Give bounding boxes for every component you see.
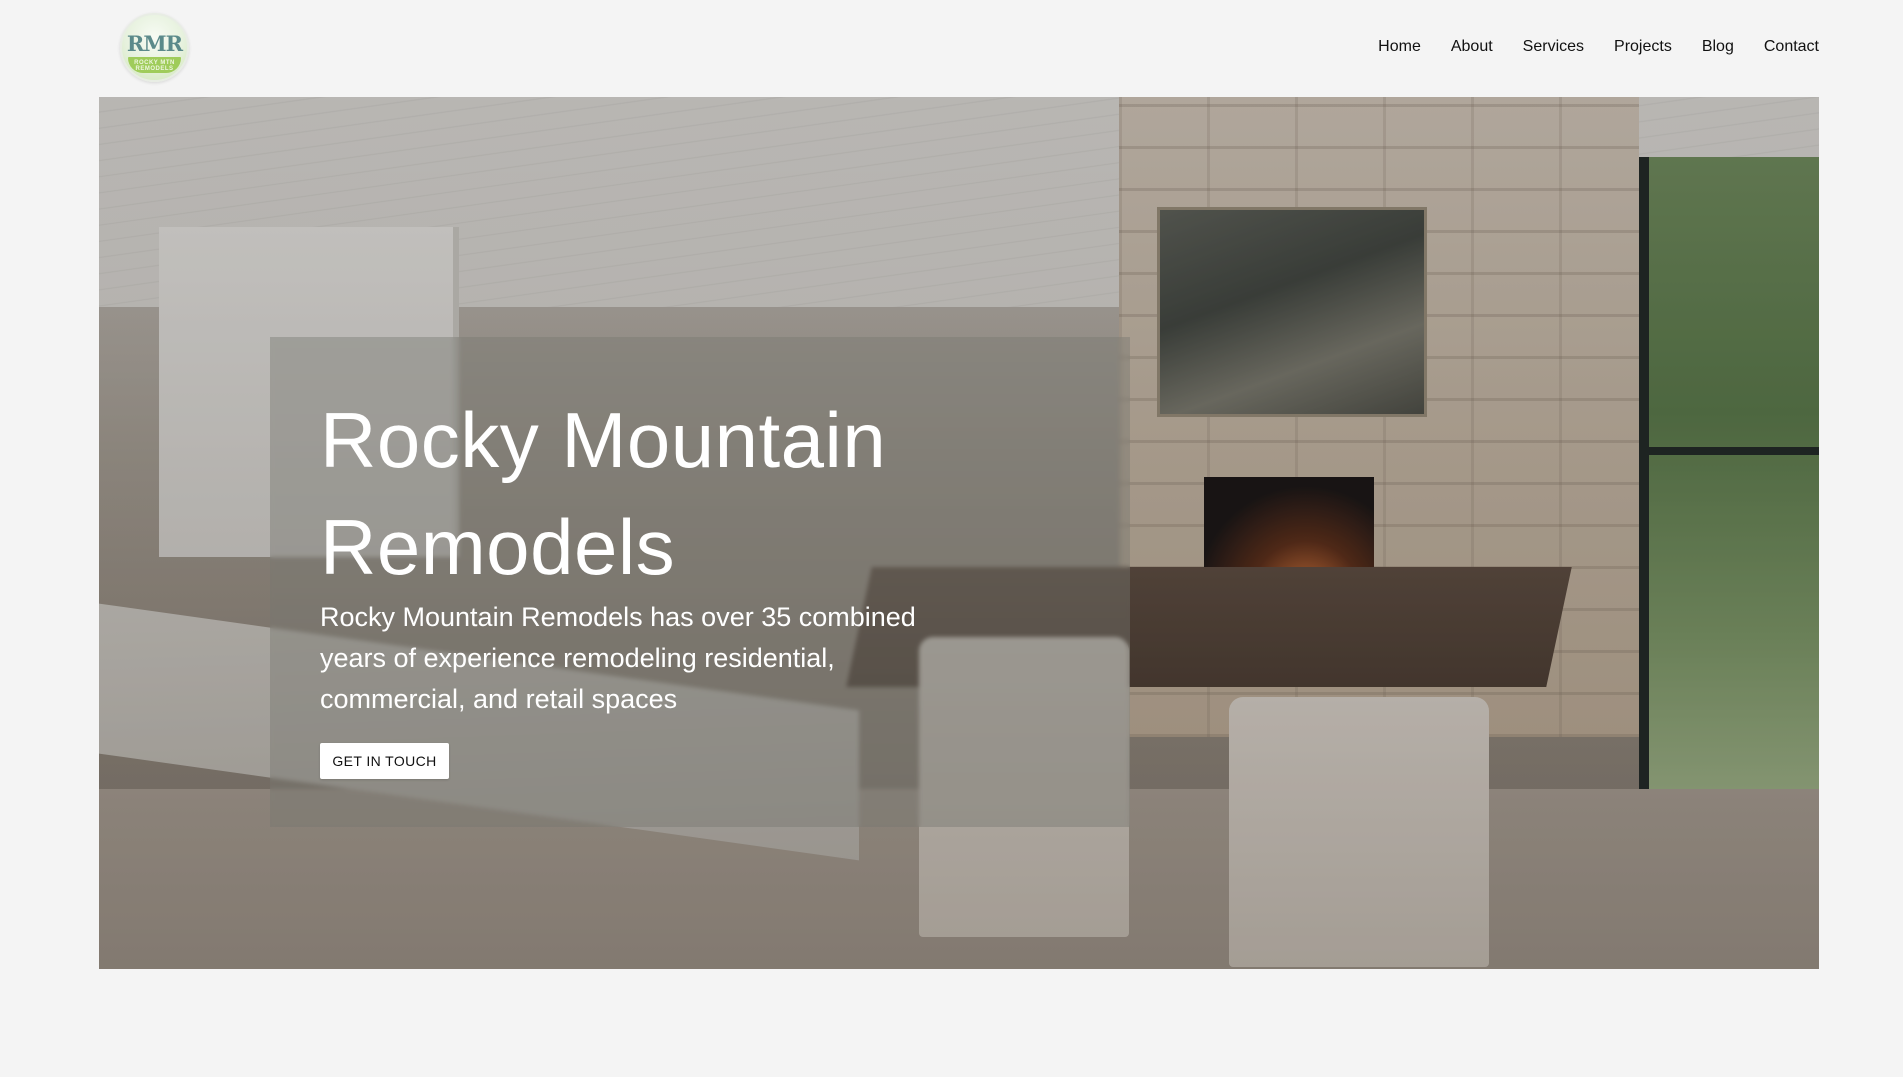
brand-logo[interactable]: RMR ROCKY MTN REMODELS [120,13,189,82]
logo-band-text: ROCKY MTN REMODELS [134,60,175,72]
nav-link-home[interactable]: Home [1378,36,1421,58]
site-header: RMR ROCKY MTN REMODELS Home About Servic… [0,0,1903,97]
nav-link-services[interactable]: Services [1523,36,1584,58]
hero-description: Rocky Mountain Remodels has over 35 comb… [320,602,916,714]
main-navigation: Home About Services Projects Blog Contac… [1378,36,1819,58]
nav-link-projects[interactable]: Projects [1614,36,1672,58]
hero-title: Rocky Mountain Remodels [320,396,887,591]
nav-link-blog[interactable]: Blog [1702,36,1734,58]
hero-section: Rocky Mountain Remodels Rocky Mountain R… [99,97,1819,969]
nav-link-contact[interactable]: Contact [1764,36,1819,58]
nav-link-about[interactable]: About [1451,36,1493,58]
logo-monogram: RMR [126,31,183,56]
get-in-touch-button[interactable]: GET IN TOUCH [320,743,449,779]
